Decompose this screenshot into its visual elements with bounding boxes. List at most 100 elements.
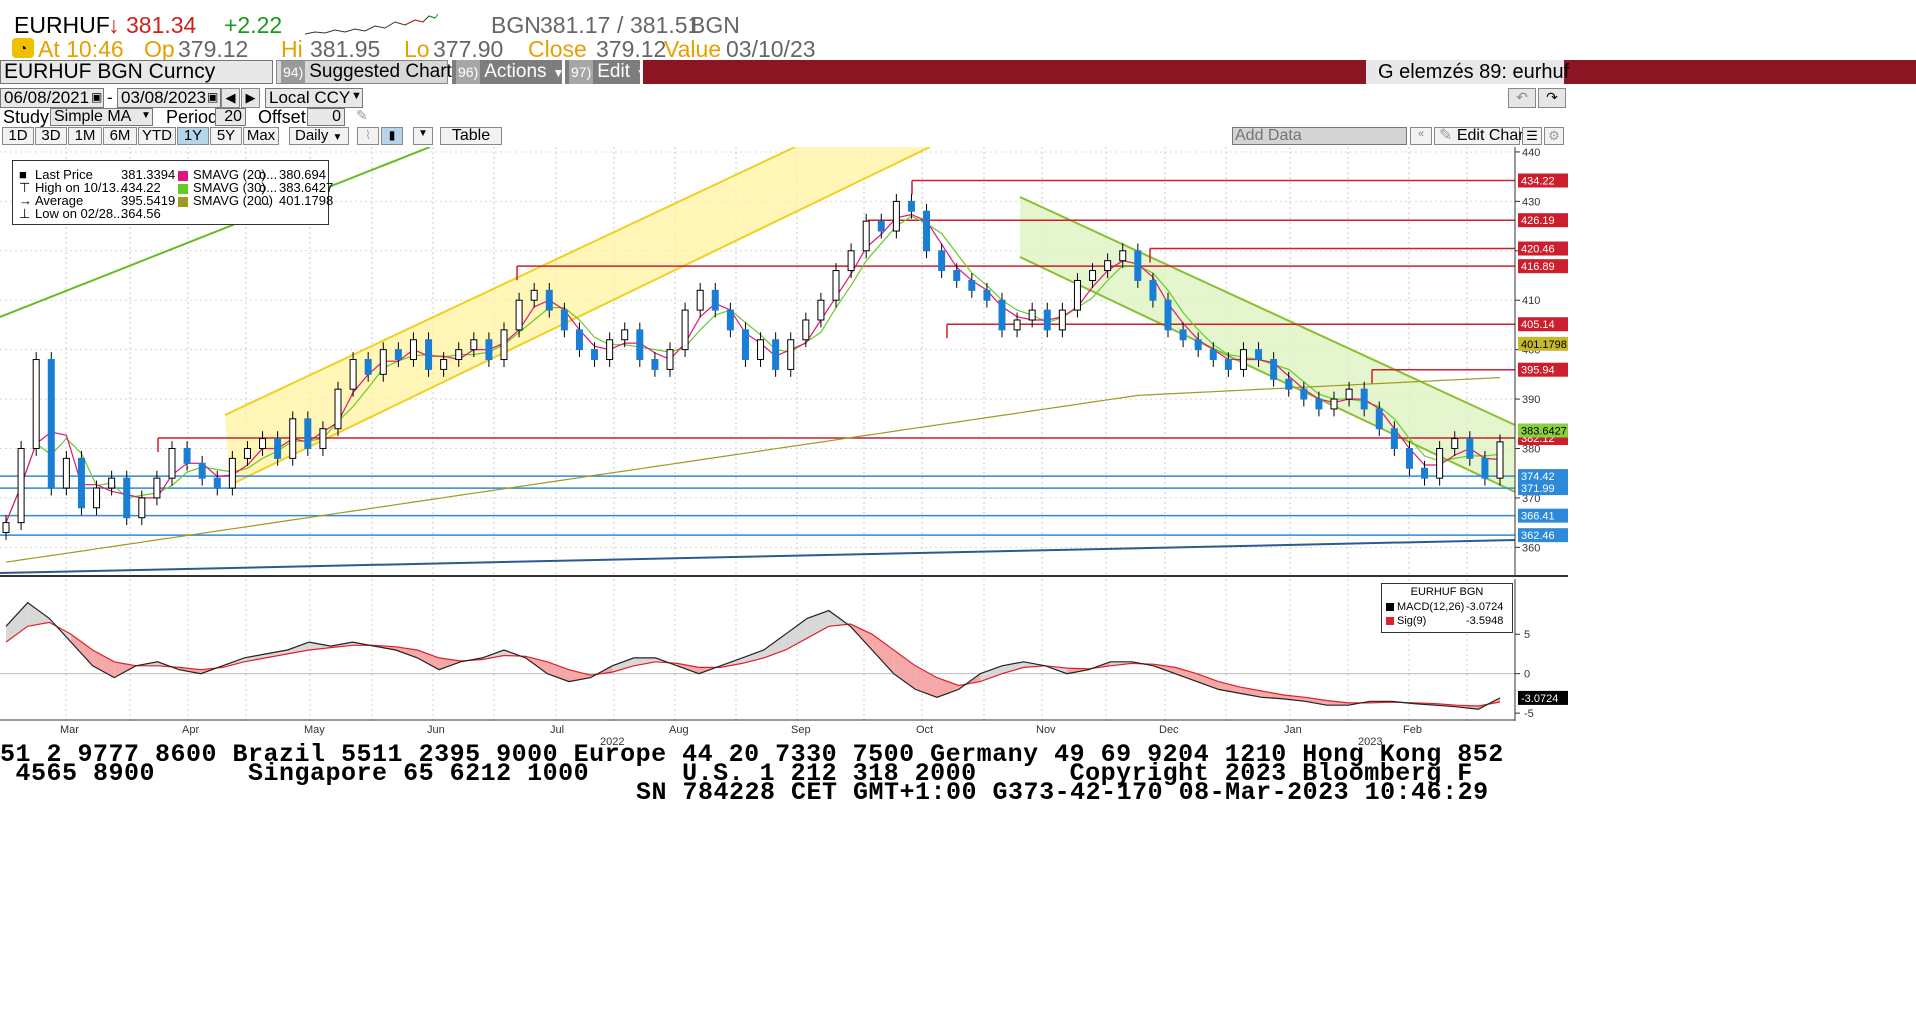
range-tab-1y[interactable]: 1Y (177, 127, 209, 145)
candle-body (409, 339, 417, 361)
table-button[interactable]: Table (440, 127, 502, 145)
candle-body (2, 522, 10, 534)
end-calendar-icon[interactable]: ▣ (207, 90, 218, 104)
legend-label: Low on 02/28... (35, 206, 124, 221)
close-value: 379.12 (596, 36, 667, 62)
high-value: 381.95 (310, 36, 381, 62)
sig-legend-row: Sig(9) (1386, 615, 1426, 627)
candle-body (1164, 299, 1172, 331)
candle-body (47, 359, 55, 489)
offset-input[interactable]: 0 (307, 108, 345, 126)
y-tick-label: -5 (1524, 708, 1534, 720)
candle-body (1330, 398, 1338, 410)
candle-body (515, 299, 523, 331)
x-tick-label: Oct (916, 724, 933, 736)
actions-menu[interactable]: 96) Actions ▼ (452, 60, 564, 84)
currency-select[interactable]: Local CCY (265, 88, 363, 108)
candle-body (1058, 309, 1066, 331)
candle-body (1375, 408, 1383, 430)
candle-body (168, 447, 176, 479)
candle-body (1405, 447, 1413, 469)
end-date-field[interactable]: 03/08/2023 (117, 88, 221, 108)
candle-body (998, 299, 1006, 331)
sig-legend-value: -3.5948 (1466, 615, 1504, 627)
gear-icon[interactable]: ⚙ (1544, 127, 1564, 145)
range-tab-6m[interactable]: 6M (103, 127, 137, 145)
candle-body (153, 477, 161, 499)
candle-body (1239, 349, 1247, 370)
candle-body (983, 289, 991, 301)
start-calendar-icon[interactable]: ▣ (91, 90, 102, 104)
candle-body (802, 319, 810, 341)
range-tab-1m[interactable]: 1M (68, 127, 102, 145)
period-input[interactable]: 20 (215, 108, 246, 126)
range-tab-3d[interactable]: 3D (35, 127, 67, 145)
gauge-icon[interactable]: ◔ (12, 38, 34, 58)
chart-settings-icon[interactable]: ☰ (1522, 127, 1542, 145)
candle-body (1209, 349, 1217, 361)
collapse-icon[interactable]: « (1410, 127, 1432, 145)
redo-button[interactable]: ↷ (1538, 88, 1566, 108)
add-data-input[interactable] (1232, 127, 1407, 145)
candle-body (123, 477, 131, 519)
close-label: Close (528, 36, 587, 62)
offset-label: Offset (258, 107, 306, 127)
candle-body (1496, 441, 1504, 479)
macd-chart[interactable]: 5 0 -5 -3.0724 (0, 579, 1568, 721)
start-date-field[interactable]: 06/08/2021 (0, 88, 104, 108)
candle-body (425, 339, 433, 370)
price-badge-label: 434.22 (1521, 176, 1555, 188)
candle-body (1360, 388, 1368, 410)
chevron-down-icon[interactable]: ▼ (351, 90, 362, 102)
x-tick-label: Sep (791, 724, 811, 736)
quote-time: At 10:46 (38, 36, 124, 62)
candle-body (621, 329, 629, 341)
range-tab-ytd[interactable]: YTD (138, 127, 176, 145)
candle-body (757, 339, 765, 361)
candle-body (32, 359, 40, 449)
chart-type-dropdown[interactable]: ▼ (413, 127, 433, 145)
candle-body (696, 289, 704, 311)
range-tab-max[interactable]: Max (243, 127, 279, 145)
chevron-down-icon[interactable]: ▼ (141, 110, 151, 121)
candle-body (591, 349, 599, 361)
range-tab-5y[interactable]: 5Y (210, 127, 242, 145)
candle-body (1270, 359, 1278, 380)
security-field[interactable]: EURHUF BGN Curncy (0, 60, 273, 84)
undo-button[interactable]: ↶ (1508, 88, 1536, 108)
candle-body (108, 477, 116, 489)
edit-number: 97) (569, 60, 594, 84)
edit-chart-button[interactable]: ✎ Edit Chart (1434, 127, 1528, 145)
candle-body (1300, 388, 1308, 400)
candle-body (440, 359, 448, 370)
pencil-icon: ✎ (1439, 127, 1453, 144)
price-badge-label: 426.19 (1521, 215, 1555, 227)
y-tick-label: 360 (1522, 542, 1540, 554)
edit-menu[interactable]: 97) Edit ▼ (565, 60, 648, 84)
candle-body (1179, 329, 1187, 341)
next-period-button[interactable]: ▶ (241, 88, 260, 108)
frequency-select[interactable]: Daily ▼ (289, 127, 349, 145)
edit-label: Edit (597, 61, 630, 82)
candle-body (1285, 378, 1293, 390)
candle-body (772, 339, 780, 370)
candle-body (1436, 447, 1444, 479)
date-separator: - (107, 88, 113, 107)
price-badge-label: 405.14 (1521, 319, 1555, 331)
suggested-charts-button[interactable]: 94) Suggested Charts (276, 60, 461, 84)
candle-body (1421, 467, 1429, 479)
candle-body (968, 279, 976, 291)
candle-body (259, 438, 267, 449)
candle-body (575, 329, 583, 351)
candle-chart-button[interactable]: ▮ (381, 127, 403, 145)
range-tab-1d[interactable]: 1D (2, 127, 34, 145)
footer-session-line: SN 784228 CET GMT+1:00 G373-42-170 08-Ma… (636, 778, 1489, 807)
line-chart-button[interactable]: ⌇ (357, 127, 379, 145)
macd-badge-label: -3.0724 (1521, 693, 1558, 705)
prev-period-button[interactable]: ◀ (221, 88, 240, 108)
pencil-icon[interactable]: ✎ (356, 107, 368, 124)
candle-body (711, 289, 719, 311)
candle-body (1255, 349, 1263, 361)
sparkline-icon (305, 13, 439, 35)
study-select[interactable]: Simple MA (50, 108, 153, 126)
